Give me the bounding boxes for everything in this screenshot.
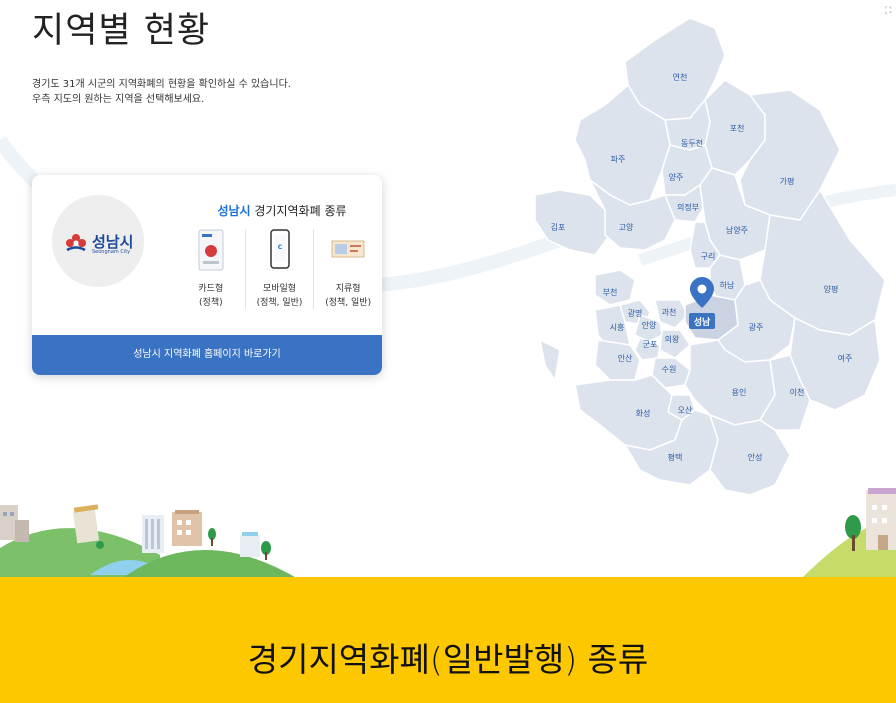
section-title: 경기지역화폐(일반발행) 종류	[247, 640, 649, 679]
